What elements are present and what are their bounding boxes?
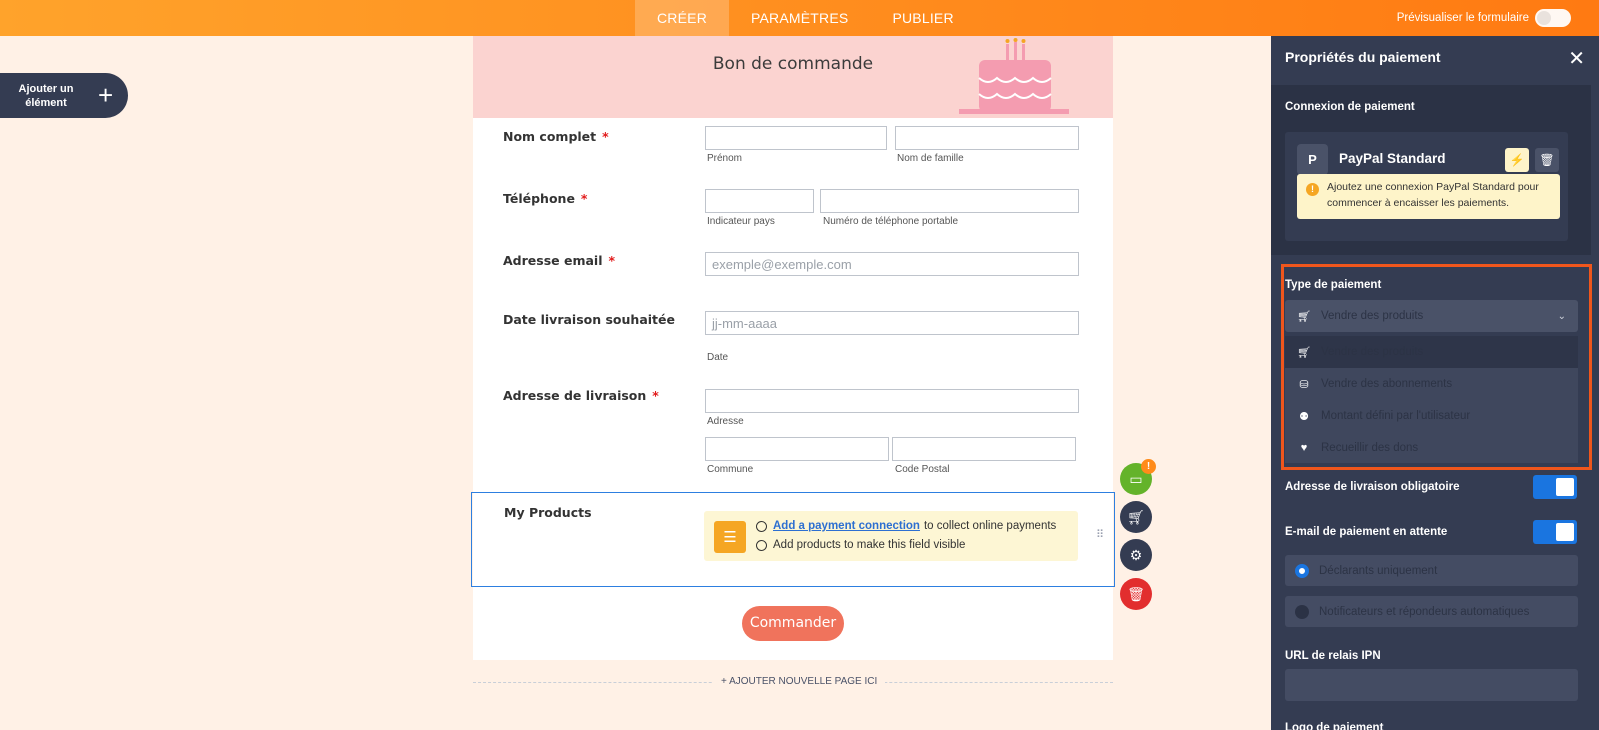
city-input[interactable] — [705, 437, 889, 461]
ipn-url-label: URL de relais IPN — [1285, 650, 1381, 662]
required-marker: * — [580, 191, 588, 206]
add-element-button[interactable]: Ajouter un élément + — [0, 73, 128, 118]
add-new-page-divider: + AJOUTER NOUVELLE PAGE ICI — [473, 676, 1113, 696]
preview-toggle[interactable] — [1535, 9, 1571, 27]
preview-label: Prévisualiser le formulaire — [1396, 12, 1529, 24]
tab-publish[interactable]: PUBLIER — [870, 0, 975, 36]
field-label-delivery-address: Adresse de livraison * — [503, 388, 659, 403]
city-sublabel: Commune — [707, 464, 754, 475]
form-header: Bon de commande — [473, 36, 1113, 118]
required-marker: * — [608, 253, 616, 268]
shipping-required-toggle[interactable] — [1533, 475, 1577, 499]
cart-icon[interactable]: 🛒︎ — [1120, 501, 1152, 533]
postal-code-input[interactable] — [892, 437, 1076, 461]
plus-icon: + — [98, 80, 114, 110]
field-label-full-name: Nom complet * — [503, 129, 609, 144]
connection-label: Connexion de paiement — [1285, 101, 1415, 113]
panel-title: Propriétés du paiement — [1285, 49, 1441, 65]
radio-unselected-icon — [1295, 604, 1309, 619]
empty-circle-icon — [756, 539, 767, 551]
connection-warning: ! Ajoutez une connexion PayPal Standard … — [1297, 174, 1560, 219]
paypal-icon: P — [1297, 144, 1328, 175]
submit-button[interactable]: Commander — [742, 606, 844, 641]
pending-email-toggle[interactable] — [1533, 520, 1577, 544]
mobile-phone-input[interactable] — [820, 189, 1079, 213]
radio-declarants-only[interactable]: Déclarants uniquement — [1285, 555, 1578, 586]
payment-connection-section: Connexion de paiement P PayPal Standard … — [1271, 85, 1591, 255]
last-name-input[interactable] — [895, 126, 1079, 150]
address-input[interactable] — [705, 389, 1079, 413]
products-field-selected[interactable]: My Products ☰ Add a payment connection t… — [471, 492, 1115, 587]
mobile-phone-sublabel: Numéro de téléphone portable — [823, 216, 959, 227]
radio-selected-icon — [1295, 563, 1309, 578]
delete-icon[interactable]: 🗑︎ — [1535, 148, 1559, 172]
form-canvas: Bon de commande Nom complet * Prénom Nom … — [471, 36, 1115, 660]
drag-handle-icon[interactable]: ⠿ — [1096, 530, 1105, 541]
add-element-label: Ajouter un élément — [18, 82, 74, 109]
address-sublabel: Adresse — [707, 416, 744, 427]
last-name-sublabel: Nom de famille — [897, 153, 964, 164]
radio-notifiers-autoresponders[interactable]: Notificateurs et répondeurs automatiques — [1285, 596, 1578, 627]
email-input[interactable]: exemple@exemple.com — [705, 252, 1079, 276]
cake-icon — [959, 38, 1069, 114]
products-notice: ☰ Add a payment connection to collect on… — [704, 511, 1078, 561]
country-code-input[interactable] — [705, 189, 814, 213]
add-payment-connection-link[interactable]: Add a payment connection — [773, 520, 920, 532]
required-marker: * — [652, 388, 659, 403]
warning-badge: ! — [1141, 459, 1156, 474]
tab-create[interactable]: CRÉER — [635, 0, 730, 36]
empty-circle-icon — [756, 520, 767, 532]
tab-settings[interactable]: PARAMÈTRES — [729, 0, 870, 36]
builder-tabs: CRÉER PARAMÈTRES PUBLIER — [635, 0, 976, 36]
notice-line-1: Add a payment connection to collect onli… — [756, 520, 1056, 532]
country-code-sublabel: Indicateur pays — [707, 216, 775, 227]
notice-line-2: Add products to make this field visible — [756, 539, 965, 551]
add-new-page-link[interactable]: + AJOUTER NOUVELLE PAGE ICI — [713, 676, 886, 687]
plug-icon[interactable]: ⚡ — [1505, 148, 1529, 172]
highlight-box — [1281, 264, 1592, 470]
field-label-phone: Téléphone * — [503, 191, 588, 206]
shipping-required-label: Adresse de livraison obligatoire — [1285, 481, 1460, 493]
payment-logo-label: Logo de paiement — [1285, 722, 1384, 730]
paypal-connection-card: P PayPal Standard ⚡ 🗑︎ ! Ajoutez une con… — [1285, 132, 1568, 241]
warning-icon: ! — [1306, 183, 1319, 196]
list-icon: ☰ — [714, 521, 746, 553]
first-name-sublabel: Prénom — [707, 153, 743, 164]
first-name-input[interactable] — [705, 126, 887, 150]
trash-icon[interactable]: 🗑︎ — [1120, 578, 1152, 610]
close-icon[interactable]: ✕ — [1568, 46, 1585, 71]
field-label-delivery-date: Date livraison souhaitée — [503, 312, 675, 327]
date-sublabel: Date — [707, 352, 729, 363]
provider-name: PayPal Standard — [1339, 151, 1446, 166]
field-label-email: Adresse email * — [503, 253, 616, 268]
gear-icon[interactable]: ⚙ — [1120, 539, 1152, 571]
required-marker: * — [602, 129, 609, 144]
date-input[interactable]: jj-mm-aaaa — [705, 311, 1079, 335]
ipn-url-input[interactable] — [1285, 669, 1578, 701]
products-label: My Products — [504, 505, 592, 520]
pending-email-label: E-mail de paiement en attente — [1285, 526, 1448, 538]
top-navigation-bar: CRÉER PARAMÈTRES PUBLIER Prévisualiser l… — [0, 0, 1599, 36]
postal-code-sublabel: Code Postal — [895, 464, 950, 475]
preview-form-control: Prévisualiser le formulaire — [1397, 0, 1571, 36]
